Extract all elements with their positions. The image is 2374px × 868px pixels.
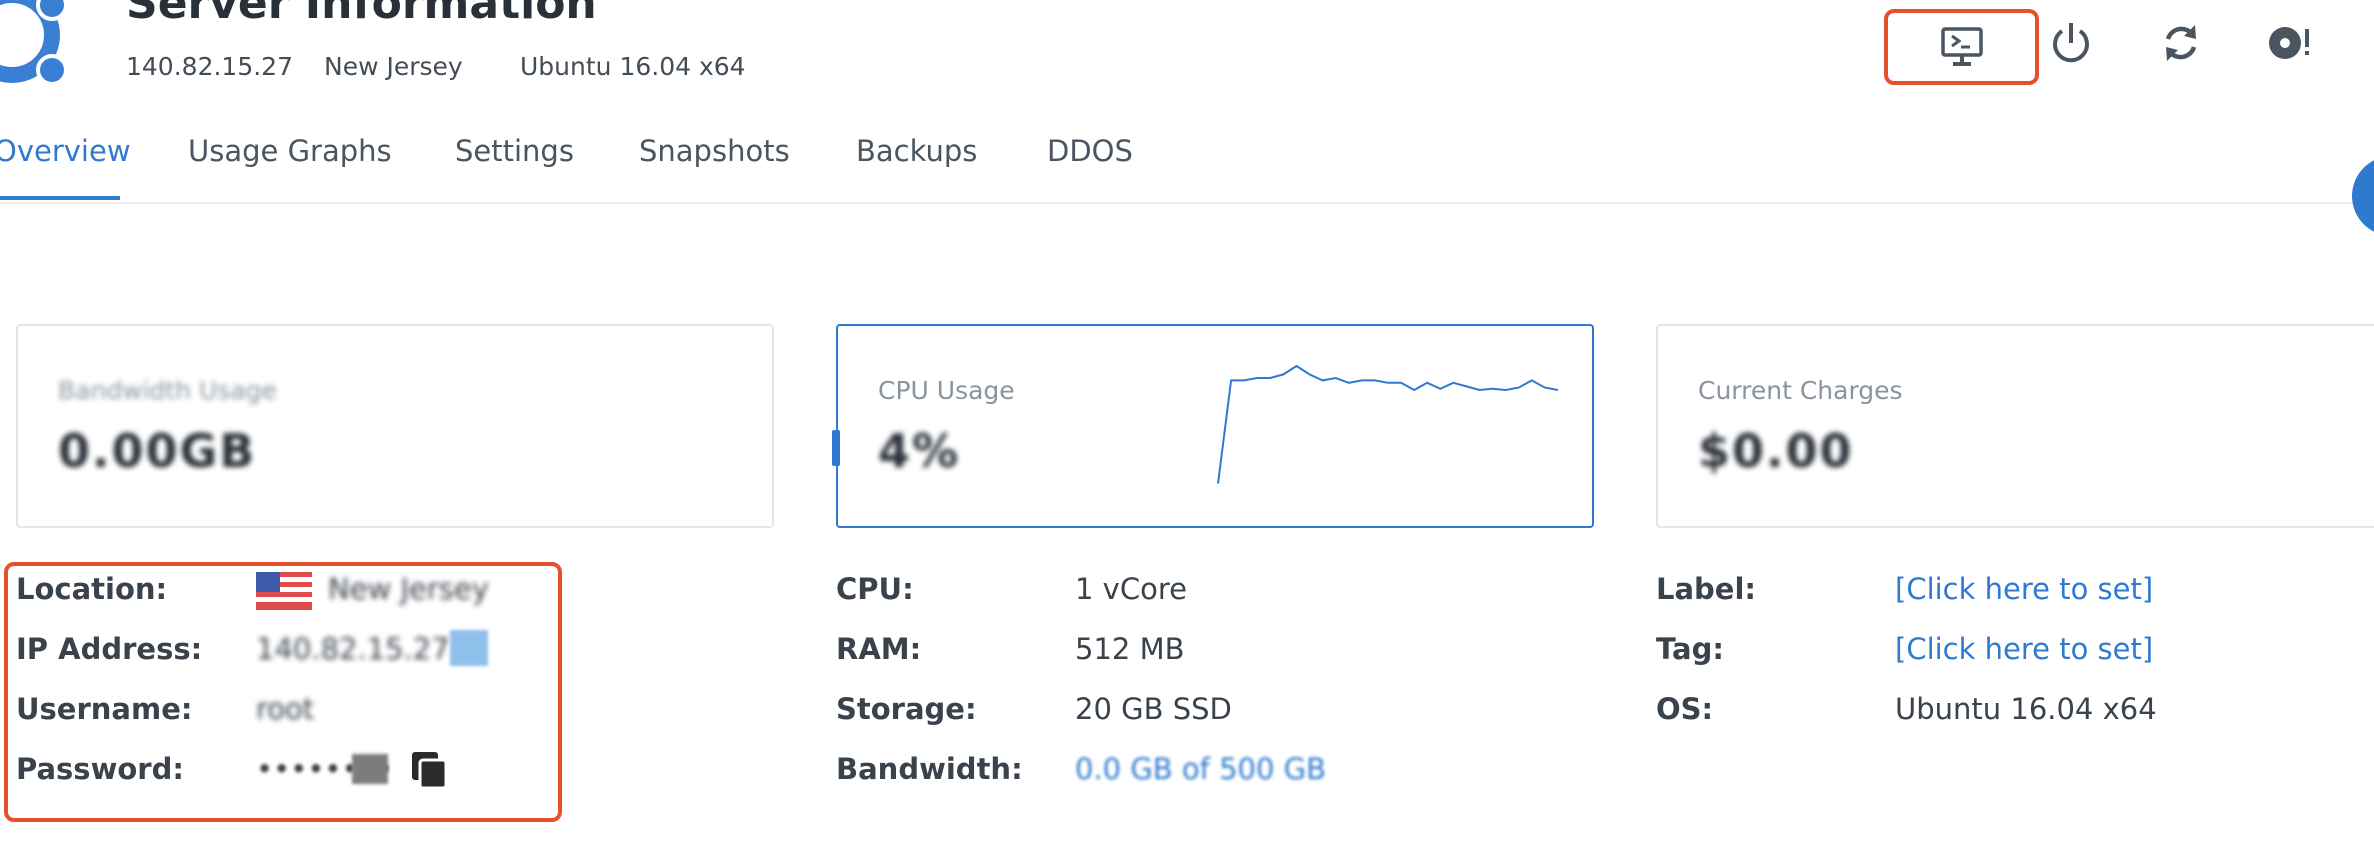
cpu-value: 1 vCore (1075, 572, 1187, 606)
current-charges-card[interactable]: Current Charges $0.00 (1656, 324, 2374, 528)
location-value: New Jersey (328, 572, 489, 606)
tab-usage-graphs[interactable]: Usage Graphs (188, 134, 392, 168)
header-ip: 140.82.15.27 (126, 52, 293, 81)
tab-backups[interactable]: Backups (856, 134, 977, 168)
cpu-label: CPU: (836, 572, 914, 606)
ip-address-label: IP Address: (16, 632, 203, 666)
tab-overview[interactable]: Overview (0, 134, 131, 168)
card-selected-indicator (832, 430, 840, 466)
set-label-link[interactable]: [Click here to set] (1895, 572, 2153, 606)
view-console-button[interactable] (1884, 9, 2039, 85)
copy-ip-icon[interactable] (450, 630, 488, 666)
restart-button[interactable] (2146, 8, 2216, 78)
card-value: $0.00 (1698, 424, 1854, 478)
username-value: root (256, 692, 315, 726)
reinstall-button[interactable] (2254, 8, 2324, 78)
console-icon (1940, 27, 1983, 66)
tag-label: Tag: (1656, 632, 1724, 666)
show-password-icon[interactable] (352, 754, 388, 784)
tab-snapshots[interactable]: Snapshots (639, 134, 790, 168)
location-label: Location: (16, 572, 168, 606)
tab-bar: Overview Usage Graphs Settings Snapshots… (0, 120, 2374, 204)
card-label: Bandwidth Usage (58, 376, 277, 405)
bandwidth-value[interactable]: 0.0 GB of 500 GB (1075, 752, 1326, 786)
power-icon (2053, 23, 2089, 63)
tab-ddos[interactable]: DDOS (1047, 134, 1133, 168)
card-label: CPU Usage (878, 376, 1015, 405)
us-flag-icon (256, 572, 312, 610)
card-label: Current Charges (1698, 376, 1903, 405)
username-label: Username: (16, 692, 193, 726)
restart-icon (2165, 25, 2197, 61)
ram-label: RAM: (836, 632, 922, 666)
tab-settings[interactable]: Settings (455, 134, 574, 168)
card-value: 4% (878, 424, 961, 478)
header-os: Ubuntu 16.04 x64 (520, 52, 746, 81)
ram-value: 512 MB (1075, 632, 1185, 666)
label-label: Label: (1656, 572, 1757, 606)
power-button[interactable] (2036, 8, 2106, 78)
os-value: Ubuntu 16.04 x64 (1895, 692, 2157, 726)
storage-label: Storage: (836, 692, 977, 726)
os-label: OS: (1656, 692, 1714, 726)
cpu-usage-card[interactable]: CPU Usage 4% (836, 324, 1594, 528)
reinstall-icon (2269, 27, 2309, 59)
copy-password-icon[interactable] (408, 748, 452, 792)
card-value: 0.00GB (58, 424, 257, 478)
header-location: New Jersey (324, 52, 463, 81)
storage-value: 20 GB SSD (1075, 692, 1232, 726)
ip-address-value: 140.82.15.27 (256, 632, 450, 666)
ubuntu-logo-icon (0, 0, 68, 86)
cpu-sparkline (1217, 364, 1559, 484)
bandwidth-label: Bandwidth: (836, 752, 1023, 786)
page-title: Server Information (126, 0, 597, 29)
password-label: Password: (16, 752, 184, 786)
set-tag-link[interactable]: [Click here to set] (1895, 632, 2153, 666)
active-tab-indicator (0, 196, 120, 200)
bandwidth-usage-card[interactable]: Bandwidth Usage 0.00GB (16, 324, 774, 528)
